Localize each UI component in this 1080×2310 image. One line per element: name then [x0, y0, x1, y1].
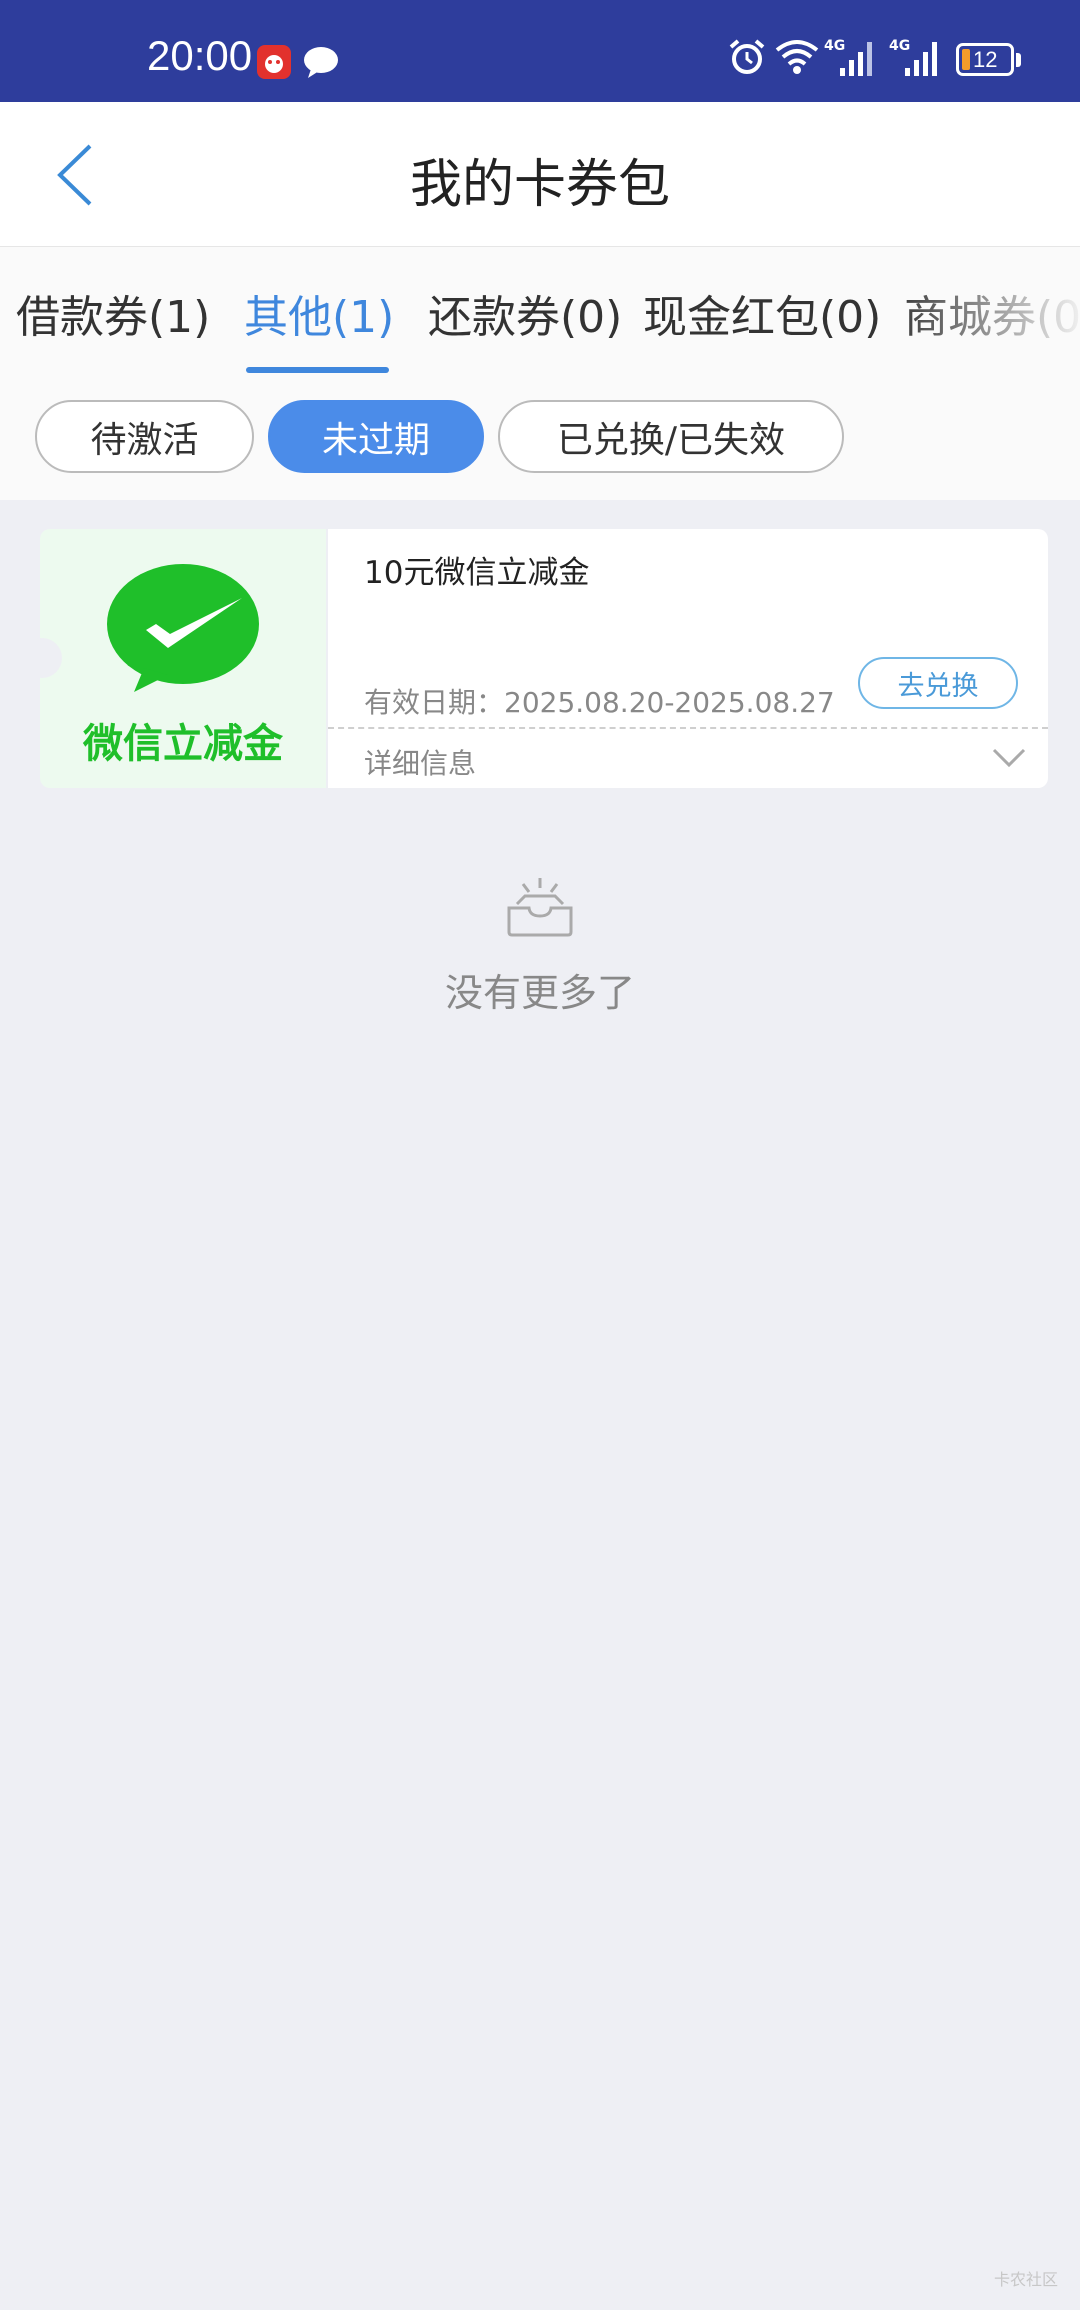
coupon-info-panel: 10元微信立减金 有效日期：2025.08.20-2025.08.27 去兑换 …: [328, 529, 1048, 788]
redeem-button[interactable]: 去兑换: [858, 657, 1018, 709]
tab-repayment-coupons[interactable]: 还款券(0): [428, 281, 622, 345]
coupon-logo-panel: 微信立减金: [40, 529, 326, 788]
signal-icon: [905, 42, 937, 76]
page-header: 我的卡券包: [0, 102, 1080, 247]
coupon-validity: 有效日期：2025.08.20-2025.08.27: [364, 686, 835, 719]
signal-icon: [840, 42, 872, 76]
empty-state-text: 没有更多了: [444, 971, 635, 1015]
ticket-notch: [22, 638, 62, 678]
coupon-divider: [328, 727, 1048, 729]
tab-cash-red-packet[interactable]: 现金红包(0): [643, 281, 881, 345]
status-bar: 20:00 4G 4G 12: [0, 0, 1080, 102]
active-tab-indicator: [246, 367, 389, 373]
filter-fade-overlay: [930, 375, 1080, 500]
wifi-icon: [775, 40, 819, 74]
status-time: 20:00: [147, 32, 253, 79]
tab-loan-coupons[interactable]: 借款券(1): [16, 281, 210, 345]
filter-pending-activation[interactable]: 待激活: [35, 400, 254, 473]
empty-tray-icon: [507, 878, 573, 937]
app-notification-icon: [257, 45, 291, 79]
chevron-down-icon[interactable]: [992, 747, 1026, 769]
watermark: 卡农社区: [993, 2270, 1058, 2289]
battery-level: 12: [973, 47, 998, 72]
tab-other[interactable]: 其他(1): [244, 281, 394, 345]
page-title: 我的卡券包: [409, 155, 670, 215]
filter-not-expired[interactable]: 未过期: [268, 400, 484, 473]
wechat-logo-icon: [107, 564, 259, 692]
coupon-card[interactable]: 微信立减金 10元微信立减金 有效日期：2025.08.20-2025.08.2…: [22, 529, 1048, 788]
battery-icon: 12: [956, 43, 1014, 76]
filter-bar: 待激活 未过期 已兑换/已失效: [0, 375, 1080, 500]
tab-bar: 借款券(1) 其他(1) 还款券(0) 现金红包(0) 商城券(0: [0, 247, 1080, 375]
alarm-icon: [729, 39, 765, 74]
message-icon: [304, 47, 338, 78]
battery-tip: [1016, 53, 1021, 67]
coupon-name: 10元微信立减金: [364, 555, 590, 591]
details-toggle[interactable]: 详细信息: [364, 742, 476, 782]
filter-redeemed-expired[interactable]: 已兑换/已失效: [498, 400, 844, 473]
coupon-logo-text: 微信立减金: [83, 721, 283, 767]
tab-mall-coupons[interactable]: 商城券(0: [904, 281, 1080, 345]
